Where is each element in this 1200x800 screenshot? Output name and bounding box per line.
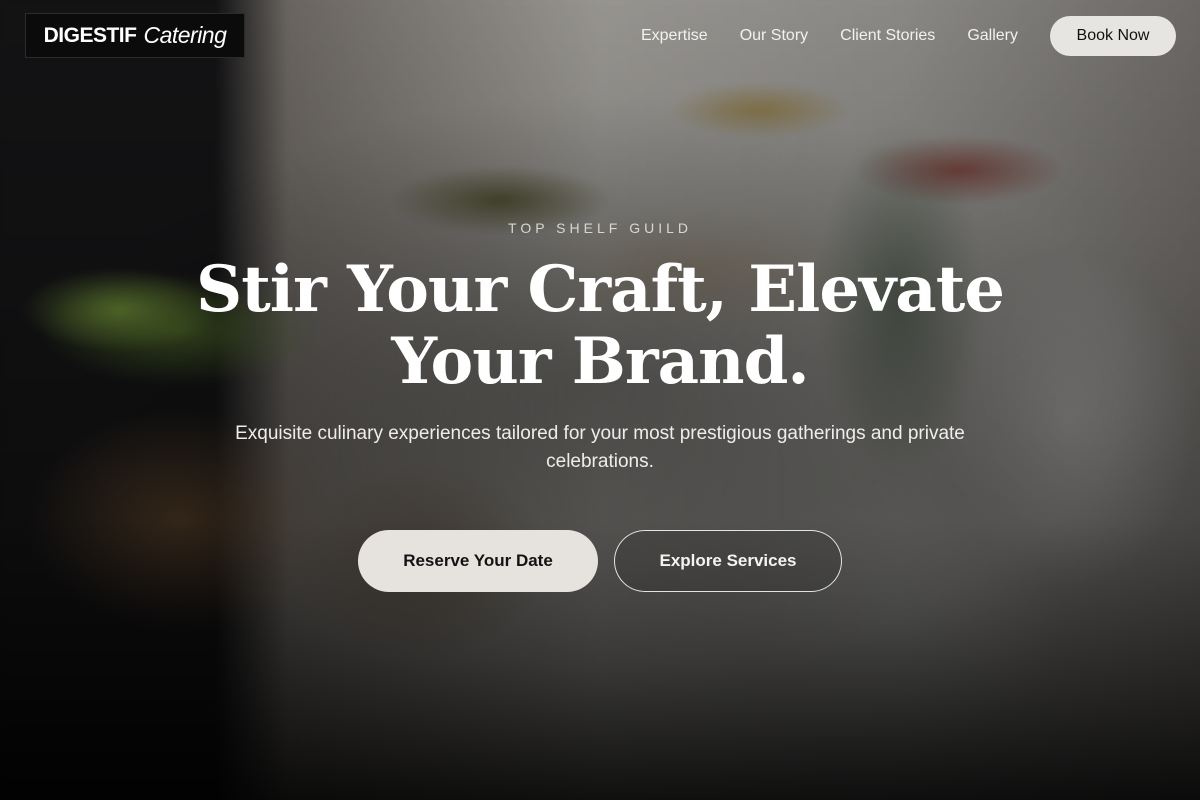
main-navigation: Expertise Our Story Client Stories Galle… [641, 16, 1176, 56]
hero-section: DIGESTIF Catering Expertise Our Story Cl… [0, 0, 1200, 800]
logo-wordmark-secondary: Catering [143, 22, 227, 48]
hero-headline: Stir Your Craft, Elevate Your Brand. [196, 252, 1005, 399]
brand-logo[interactable]: DIGESTIF Catering [25, 13, 245, 58]
book-now-button[interactable]: Book Now [1050, 16, 1176, 56]
logo-wordmark-primary: DIGESTIF [43, 23, 137, 47]
explore-services-button[interactable]: Explore Services [614, 530, 842, 592]
hero-subtitle: Exquisite culinary experiences tailored … [235, 423, 965, 472]
hero-content: TOP SHELF GUILD Stir Your Craft, Elevate… [0, 216, 1200, 592]
reserve-date-button[interactable]: Reserve Your Date [358, 530, 598, 592]
nav-link-our-story[interactable]: Our Story [740, 27, 808, 45]
site-header: DIGESTIF Catering Expertise Our Story Cl… [0, 0, 1200, 72]
nav-link-client-stories[interactable]: Client Stories [840, 27, 935, 45]
hero-cta-group: Reserve Your Date Explore Services [0, 530, 1200, 592]
nav-link-expertise[interactable]: Expertise [641, 27, 708, 45]
nav-link-gallery[interactable]: Gallery [967, 27, 1018, 45]
hero-eyebrow: TOP SHELF GUILD [508, 220, 692, 236]
